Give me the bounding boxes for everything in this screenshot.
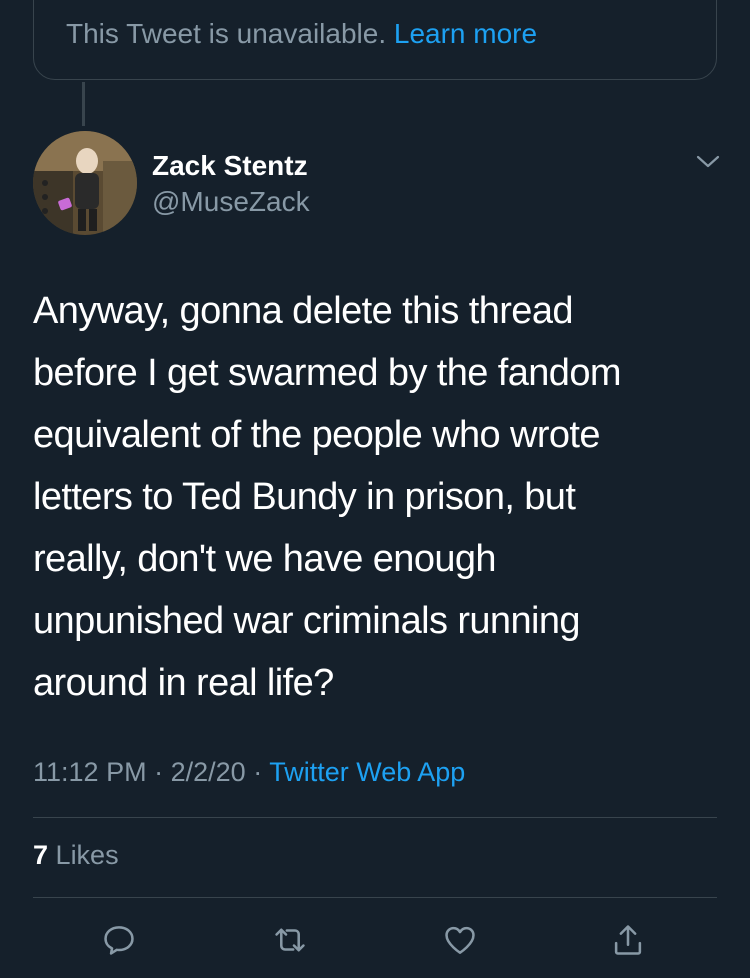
tweet-text-line: equivalent of the people who wrote	[33, 414, 601, 456]
tweet-time[interactable]: 11:12 PM	[33, 757, 147, 787]
likes-count: 7	[33, 840, 49, 870]
like-button[interactable]	[438, 918, 482, 962]
author-name[interactable]: Zack Stentz	[152, 150, 308, 182]
thread-connector-line	[82, 82, 85, 126]
heart-icon	[445, 926, 475, 954]
tweet-text-line: Anyway, gonna delete this thread	[33, 290, 574, 332]
divider	[33, 897, 717, 898]
reply-icon	[104, 926, 134, 955]
tweet-text: Anyway, gonna delete this thread before …	[33, 280, 723, 714]
tweet-text-line: around in real life?	[33, 662, 334, 704]
likes-label: Likes	[55, 840, 119, 870]
unavailable-message: This Tweet is unavailable.	[66, 18, 387, 49]
author-handle[interactable]: @MuseZack	[152, 186, 310, 218]
tweet-text-line: before I get swarmed by the fandom	[33, 352, 622, 394]
learn-more-link[interactable]: Learn more	[394, 18, 537, 49]
share-icon	[614, 925, 642, 955]
tweet-date[interactable]: 2/2/20	[171, 757, 246, 787]
unavailable-notice: This Tweet is unavailable. Learn more	[66, 18, 537, 50]
reply-button[interactable]	[97, 918, 141, 962]
tweet-text-line: unpunished war criminals running	[33, 600, 580, 642]
likes-stat[interactable]: 7 Likes	[33, 840, 119, 871]
tweet-text-line: letters to Ted Bundy in prison, but	[33, 476, 576, 518]
retweet-icon	[275, 928, 305, 952]
separator-dot: ·	[253, 757, 263, 787]
avatar[interactable]	[33, 131, 137, 235]
avatar-image	[33, 131, 137, 235]
chevron-down-icon[interactable]	[694, 152, 722, 172]
separator-dot: ·	[154, 757, 164, 787]
tweet-text-line: really, don't we have enough	[33, 538, 497, 580]
divider	[33, 817, 717, 818]
tweet-source-link[interactable]: Twitter Web App	[269, 757, 465, 787]
retweet-button[interactable]	[268, 918, 312, 962]
share-button[interactable]	[606, 918, 650, 962]
tweet-metadata: 11:12 PM · 2/2/20 · Twitter Web App	[33, 757, 465, 788]
